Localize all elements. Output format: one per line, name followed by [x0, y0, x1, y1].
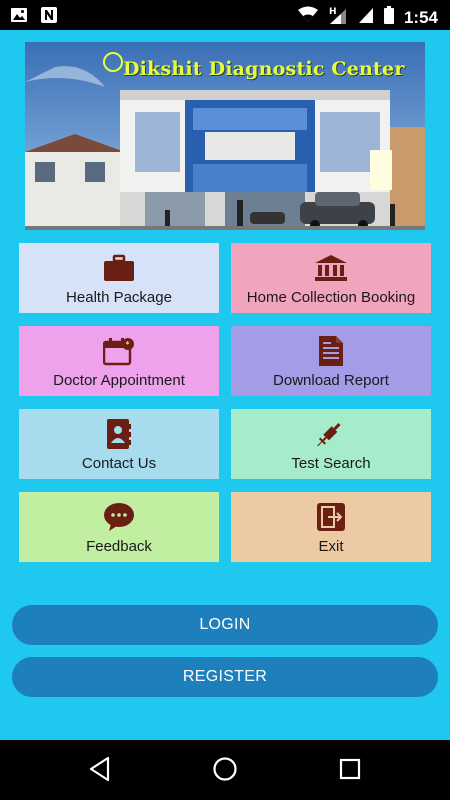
status-time: 1:54 — [403, 7, 438, 27]
chat-icon — [103, 500, 135, 534]
tile-download-report[interactable]: Download Report — [231, 326, 431, 396]
register-button[interactable]: REGISTER — [12, 657, 438, 697]
navigation-bar — [0, 740, 450, 800]
tile-exit[interactable]: Exit — [231, 492, 431, 562]
recent-apps-icon[interactable] — [338, 756, 362, 787]
status-bar: H 1:54 — [0, 0, 450, 30]
back-icon[interactable] — [88, 756, 112, 787]
svg-text:H: H — [329, 7, 337, 17]
tile-test-search[interactable]: Test Search — [231, 409, 431, 479]
n-notification-icon — [40, 6, 58, 29]
tile-label: Contact Us — [81, 455, 157, 472]
briefcase-icon — [103, 251, 135, 285]
banner-title: Dikshit Diagnostic Center — [123, 58, 405, 80]
calendar-icon: * — [103, 334, 135, 368]
tile-contact-us[interactable]: Contact Us — [19, 409, 219, 479]
bank-icon — [314, 251, 348, 285]
tile-label: Feedback — [86, 538, 152, 555]
tile-label: Health Package — [66, 289, 172, 306]
svg-text:*: * — [126, 340, 130, 349]
battery-icon — [383, 6, 394, 29]
tile-label: Home Collection Booking — [246, 289, 416, 306]
tile-label: Download Report — [273, 372, 389, 389]
home-icon[interactable] — [212, 756, 238, 787]
wifi-icon — [297, 6, 318, 29]
exit-icon — [316, 500, 346, 534]
signal-icon — [358, 6, 374, 29]
gallery-icon — [10, 6, 28, 29]
login-button[interactable]: LOGIN — [12, 605, 438, 645]
clinic-banner: Dikshit Diagnostic Center — [25, 42, 425, 230]
tile-health-package[interactable]: Health Package — [19, 243, 219, 313]
document-icon — [318, 334, 344, 368]
signal-h-icon: H — [328, 5, 348, 30]
syringe-icon — [316, 417, 346, 451]
tile-label: Exit — [318, 538, 344, 555]
tile-feedback[interactable]: Feedback — [19, 492, 219, 562]
tile-home-collection-booking[interactable]: Home Collection Booking — [231, 243, 431, 313]
tile-doctor-appointment[interactable]: * Doctor Appointment — [19, 326, 219, 396]
tile-label: Doctor Appointment — [53, 372, 185, 389]
contacts-icon — [106, 417, 132, 451]
tile-label: Test Search — [291, 455, 371, 472]
